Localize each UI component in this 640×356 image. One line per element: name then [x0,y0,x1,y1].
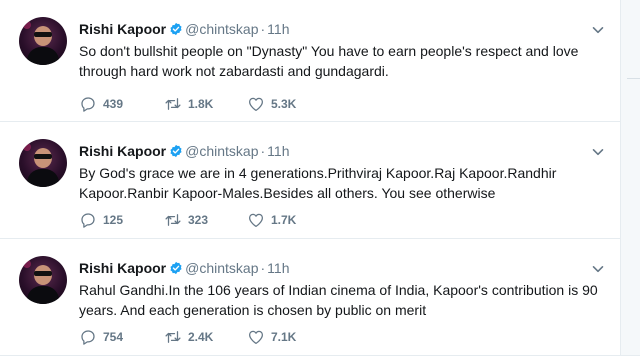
author-handle[interactable]: @chintskap [185,260,258,276]
like-count: 7.1K [271,330,297,344]
author-handle[interactable]: @chintskap [185,143,258,159]
tweet-timestamp[interactable]: 11h [267,143,289,159]
avatar[interactable] [19,17,67,65]
like-button[interactable]: 1.7K [247,211,296,229]
like-button[interactable]: 5.3K [247,95,296,113]
retweet-icon [165,214,181,226]
retweet-count: 1.8K [188,97,214,111]
avatar[interactable] [19,256,67,304]
retweet-button[interactable]: 323 [164,211,208,229]
tweet-text: Rahul Gandhi.In the 106 years of Indian … [79,282,598,318]
retweet-icon [165,331,181,343]
timeline-feed: Rishi Kapoor @chintskap · 11h So don't bull… [0,0,621,355]
chevron-down-icon[interactable] [592,24,604,36]
tweet[interactable]: Rishi Kapoor @chintskap · 11h So don't bull… [0,0,620,122]
tweet[interactable]: Rishi Kapoor @chintskap · 11h Rahul Gandhi.… [0,239,620,356]
chevron-down-icon[interactable] [592,263,604,275]
tweet-timestamp[interactable]: 11h [267,21,289,37]
reply-count: 439 [103,97,124,111]
chevron-down-icon[interactable] [592,146,604,158]
heart-icon [248,330,264,345]
retweet-button[interactable]: 2.4K [164,328,213,346]
like-count: 1.7K [271,213,297,227]
avatar[interactable] [19,139,67,187]
retweet-count: 323 [188,213,209,227]
author-name[interactable]: Rishi Kapoor [79,21,166,37]
retweet-icon [165,98,181,110]
reply-button[interactable]: 125 [79,211,123,229]
reply-icon [81,330,95,345]
reply-icon [81,97,95,112]
heart-icon [248,97,264,112]
retweet-count: 2.4K [188,330,214,344]
reply-count: 754 [103,330,124,344]
reply-icon [81,213,95,228]
reply-button[interactable]: 754 [79,328,123,346]
heart-icon [248,213,264,228]
tweet-text: So don't bullshit people on "Dynasty" Yo… [79,43,579,79]
tweet-header: Rishi Kapoor @chintskap · 11h [79,259,289,277]
author-handle[interactable]: @chintskap [185,21,258,37]
separator-dot: · [260,260,266,276]
verified-badge-icon [170,22,182,36]
sidebar-edge [621,0,640,355]
separator-dot: · [260,21,266,37]
author-name[interactable]: Rishi Kapoor [79,143,166,159]
reply-count: 125 [103,213,124,227]
retweet-button[interactable]: 1.8K [164,95,213,113]
like-button[interactable]: 7.1K [247,328,296,346]
tweet-timestamp[interactable]: 11h [267,260,289,276]
like-count: 5.3K [271,97,297,111]
author-name[interactable]: Rishi Kapoor [79,260,166,276]
verified-badge-icon [170,261,182,275]
reply-button[interactable]: 439 [79,95,123,113]
tweet-text: By God's grace we are in 4 generations.P… [79,165,557,201]
tweet[interactable]: Rishi Kapoor @chintskap · 11h By God's grac… [0,122,620,239]
tweet-header: Rishi Kapoor @chintskap · 11h [79,20,289,38]
verified-badge-icon [170,144,182,158]
separator-dot: · [260,143,266,159]
tweet-header: Rishi Kapoor @chintskap · 11h [79,142,289,160]
